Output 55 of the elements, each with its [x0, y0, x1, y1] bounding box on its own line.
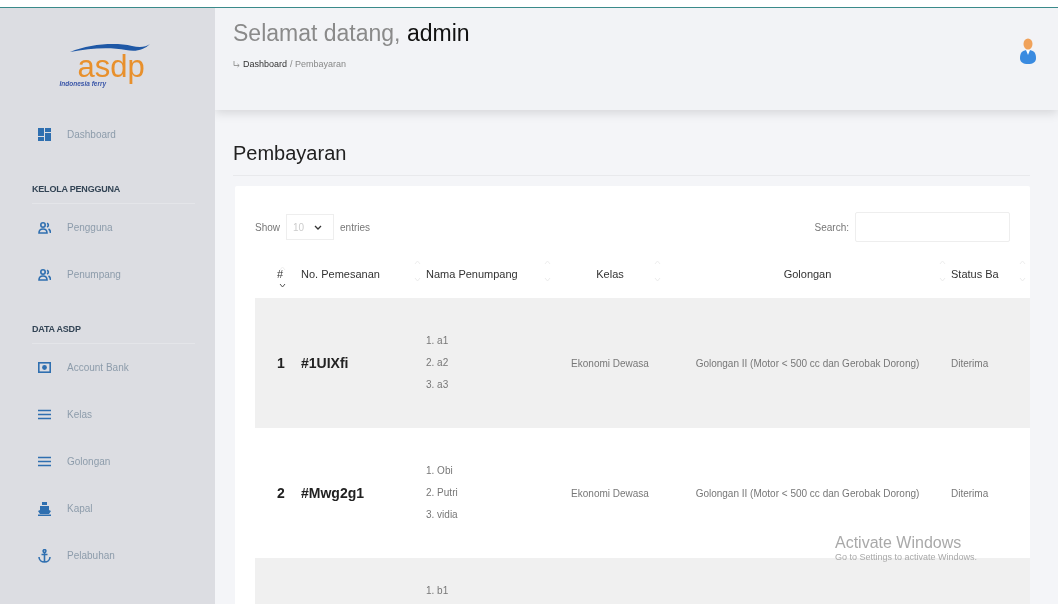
sidebar-section-heading: KELOLA PENGGUNA: [32, 184, 121, 194]
ship-icon: [38, 501, 51, 516]
sort-icon[interactable]: [279, 266, 286, 288]
list-icon: [38, 409, 51, 420]
return-arrow-icon: [233, 60, 240, 68]
column-header[interactable]: Golongan: [783, 268, 832, 280]
passenger-name: 3. a3: [426, 378, 450, 392]
passenger-name: 2. a2: [426, 356, 450, 370]
passenger-name: 1. b1: [426, 584, 450, 598]
chevron-down-icon: [314, 224, 323, 230]
list-icon: [38, 456, 51, 467]
logo-wordmark: asdp: [77, 51, 145, 82]
sidebar-section-heading: DATA ASDP: [32, 324, 81, 334]
show-label: Show: [255, 221, 280, 233]
sidebar-item[interactable]: Kelas: [0, 391, 215, 438]
dashboard-icon: [38, 128, 51, 141]
sidebar-item[interactable]: Pengguna: [0, 204, 215, 251]
class-cell: Ekonomi Dewasa: [571, 487, 649, 499]
activation-notice-title: Activate Windows: [835, 534, 963, 552]
sidebar-item[interactable]: Pelabuhan: [0, 532, 215, 579]
booking-number: #Mwg2g1: [301, 485, 364, 501]
category-cell: Golongan II (Motor < 500 cc dan Gerobak Dorong): [695, 357, 920, 369]
payment-status: Diterima: [951, 487, 989, 499]
search-label: Search:: [814, 221, 849, 233]
row-number: 1: [277, 355, 285, 371]
sidebar-item[interactable]: Kapal: [0, 485, 215, 532]
activation-notice-text: Go to Settings to activate Windows.: [835, 552, 978, 562]
sidebar-item[interactable]: Account Bank: [0, 344, 215, 391]
welcome-heading: Selamat datang, admin: [233, 20, 470, 47]
passenger-name: 2. Putri: [426, 486, 459, 500]
column-header[interactable]: Nama Penumpang: [426, 268, 518, 280]
column-header[interactable]: No. Pemesanan: [301, 268, 380, 280]
page-title: Pembayaran: [233, 142, 347, 164]
class-cell: Ekonomi Dewasa: [571, 357, 649, 369]
breadcrumb-current: / Pembayaran: [290, 59, 347, 69]
column-header[interactable]: Kelas: [596, 268, 624, 280]
entries-label: entries: [340, 221, 371, 233]
sidebar-item[interactable]: Dashboard: [0, 111, 215, 158]
passenger-name: 1. Obi: [426, 464, 454, 478]
payment-status: Diterima: [951, 357, 989, 369]
users-icon: [38, 221, 51, 234]
passenger-name: 3. vidia: [426, 508, 459, 522]
breadcrumb-link[interactable]: Dashboard: [243, 59, 288, 69]
anchor-icon: [38, 548, 51, 563]
users-icon: [38, 268, 51, 281]
user-avatar-icon[interactable]: [1020, 38, 1036, 64]
sidebar-item[interactable]: Penumpang: [0, 251, 215, 298]
banknote-icon: [38, 362, 51, 373]
sidebar-item[interactable]: Golongan: [0, 438, 215, 485]
category-cell: Golongan II (Motor < 500 cc dan Gerobak Dorong): [695, 487, 920, 499]
column-header[interactable]: Status Ba: [951, 268, 999, 280]
row-number: 2: [277, 485, 285, 501]
passenger-name: 1. a1: [426, 334, 450, 348]
booking-number: #1UIXfi: [301, 355, 349, 371]
column-header[interactable]: #: [277, 268, 284, 280]
